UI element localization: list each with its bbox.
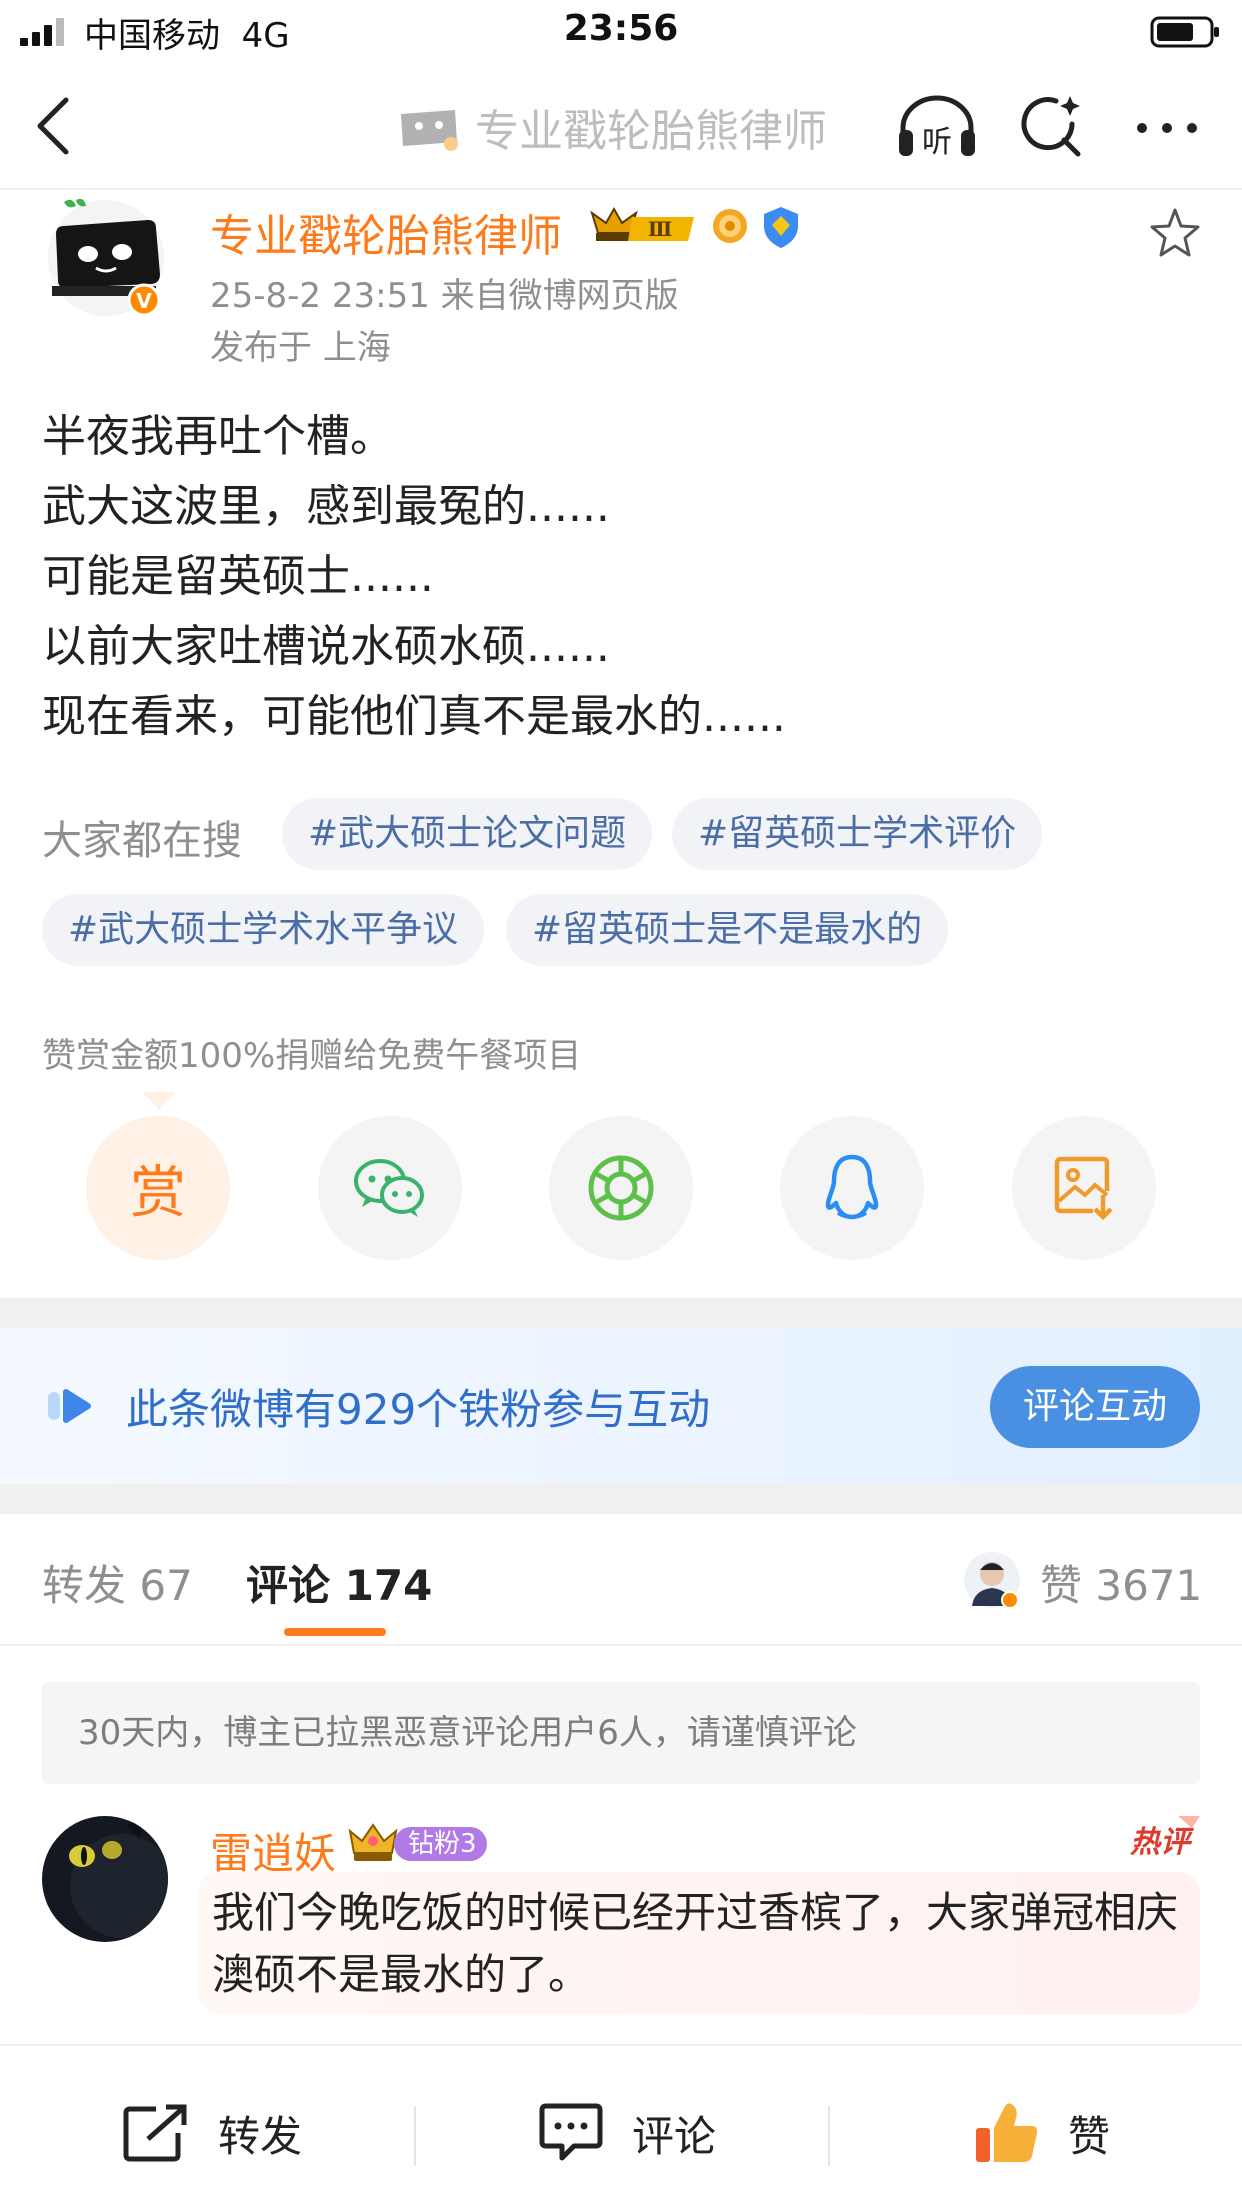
blocked-users-notice: 30天内，博主已拉黑恶意评论用户6人，请谨慎评论: [42, 1682, 1200, 1784]
fans-arrow-icon: [48, 1389, 91, 1423]
repost-icon: [123, 2104, 187, 2162]
liker-avatar: [964, 1552, 1020, 1609]
section-divider: [0, 1484, 1242, 1514]
author-name[interactable]: 专业戳轮胎熊律师: [210, 200, 562, 264]
listen-headphones-icon[interactable]: 听: [895, 94, 979, 160]
bottom-separator: [828, 2106, 830, 2166]
tab-comment[interactable]: 评论 174: [246, 1552, 432, 1613]
medal-badge-icon: [713, 209, 747, 243]
nav-title-group: 专业戳轮胎熊律师: [395, 96, 827, 158]
interaction-tabs: 转发 67 评论 174 赞 3671: [0, 1514, 1242, 1646]
refresh-search-icon[interactable]: [1016, 92, 1086, 162]
post-location: 发布于 上海: [210, 328, 391, 368]
tab-active-indicator: [284, 1628, 386, 1636]
search-tag[interactable]: #武大硕士学术水平争议: [42, 894, 485, 966]
svg-text:Ⅲ: Ⅲ: [648, 217, 672, 241]
svg-text:热评: 热评: [1129, 1825, 1195, 1860]
fan-level-label: 钻粉3: [394, 1827, 487, 1861]
fan-level-badge: 钻粉3: [348, 1818, 487, 1870]
like-button[interactable]: 赞: [974, 2098, 1110, 2168]
share-moments-button[interactable]: [549, 1116, 693, 1260]
battery-icon: [1150, 16, 1219, 48]
author-avatar[interactable]: V: [42, 196, 170, 318]
commenter-avatar[interactable]: [42, 1816, 168, 1942]
status-bar: 中国移动 4G 23:56: [0, 0, 1242, 64]
section-divider: [0, 1298, 1242, 1328]
thumbs-up-icon: [976, 2103, 1038, 2162]
clock: 23:56: [563, 8, 679, 49]
back-arrow-icon[interactable]: [30, 94, 80, 158]
share-wechat-button[interactable]: [318, 1116, 462, 1260]
reward-button[interactable]: 赏: [86, 1116, 230, 1260]
hot-comment-label: 热评: [1129, 1816, 1200, 1860]
moments-icon: [588, 1155, 654, 1221]
nav-bar: 专业戳轮胎熊律师 听: [0, 64, 1242, 190]
comment-interact-button[interactable]: 评论互动: [990, 1366, 1200, 1448]
diamond-crown-icon: [348, 1823, 398, 1861]
reward-label: 赏: [130, 1160, 186, 1226]
comment-label: 评论: [632, 2111, 717, 2161]
post-line: 武大这波里，感到最冤的......: [42, 481, 610, 532]
like-label: 赞: [1068, 2111, 1111, 2161]
save-image-icon: [1054, 1156, 1113, 1221]
comment-icon: [539, 2103, 603, 2161]
save-image-button[interactable]: [1012, 1116, 1156, 1260]
search-tag[interactable]: #留英硕士是不是最水的: [506, 894, 949, 966]
vip-crown-badge-icon[interactable]: Ⅲ: [588, 203, 700, 251]
wechat-icon: [354, 1159, 424, 1217]
favorite-star-icon[interactable]: [1148, 206, 1202, 260]
post-line: 半夜我再吐个槽。: [42, 411, 394, 462]
author-badges: Ⅲ: [588, 202, 802, 252]
reward-pointer: [142, 1092, 176, 1110]
search-tag[interactable]: #留英硕士学术评价: [672, 798, 1043, 870]
search-tag[interactable]: #武大硕士论文问题: [282, 798, 653, 870]
post-content: 半夜我再吐个槽。 武大这波里，感到最冤的...... 可能是留英硕士......…: [42, 402, 786, 752]
tab-repost[interactable]: 转发 67: [42, 1552, 193, 1613]
bottom-action-bar: 转发 评论 赞: [0, 2044, 1242, 2208]
comment-text[interactable]: 我们今晚吃饭的时候已经开过香槟了，大家弹冠相庆澳硕不是最水的了。: [212, 1882, 1192, 2006]
bottom-separator: [414, 2106, 416, 2166]
post-line: 以前大家吐槽说水硕水硕......: [42, 621, 610, 672]
svg-text:听: 听: [922, 125, 952, 160]
qq-icon: [825, 1154, 879, 1220]
comment-button[interactable]: 评论: [538, 2098, 716, 2168]
repost-label: 转发: [218, 2111, 303, 2161]
svg-text:V: V: [136, 289, 152, 313]
share-qq-button[interactable]: [780, 1116, 924, 1260]
fans-banner: 此条微博有929个铁粉参与互动 评论互动: [0, 1328, 1242, 1484]
post-line: 现在看来，可能他们真不是最水的......: [42, 691, 786, 742]
fans-text: 此条微博有929个铁粉参与互动: [126, 1385, 711, 1434]
search-label: 大家都在搜: [42, 818, 242, 864]
nav-title: 专业戳轮胎熊律师: [475, 106, 827, 157]
post-line: 可能是留英硕士......: [42, 551, 434, 602]
post-meta: 25-8-2 23:51 来自微博网页版: [210, 276, 679, 316]
nav-author-avatar-icon: [401, 110, 458, 151]
verified-shield-icon: [764, 207, 798, 248]
reward-note: 赞赏金额100%捐赠给免费午餐项目: [42, 1036, 582, 1076]
more-icon[interactable]: [1132, 116, 1202, 140]
repost-button[interactable]: 转发: [122, 2098, 302, 2168]
tab-like[interactable]: 赞 3671: [1040, 1552, 1202, 1613]
